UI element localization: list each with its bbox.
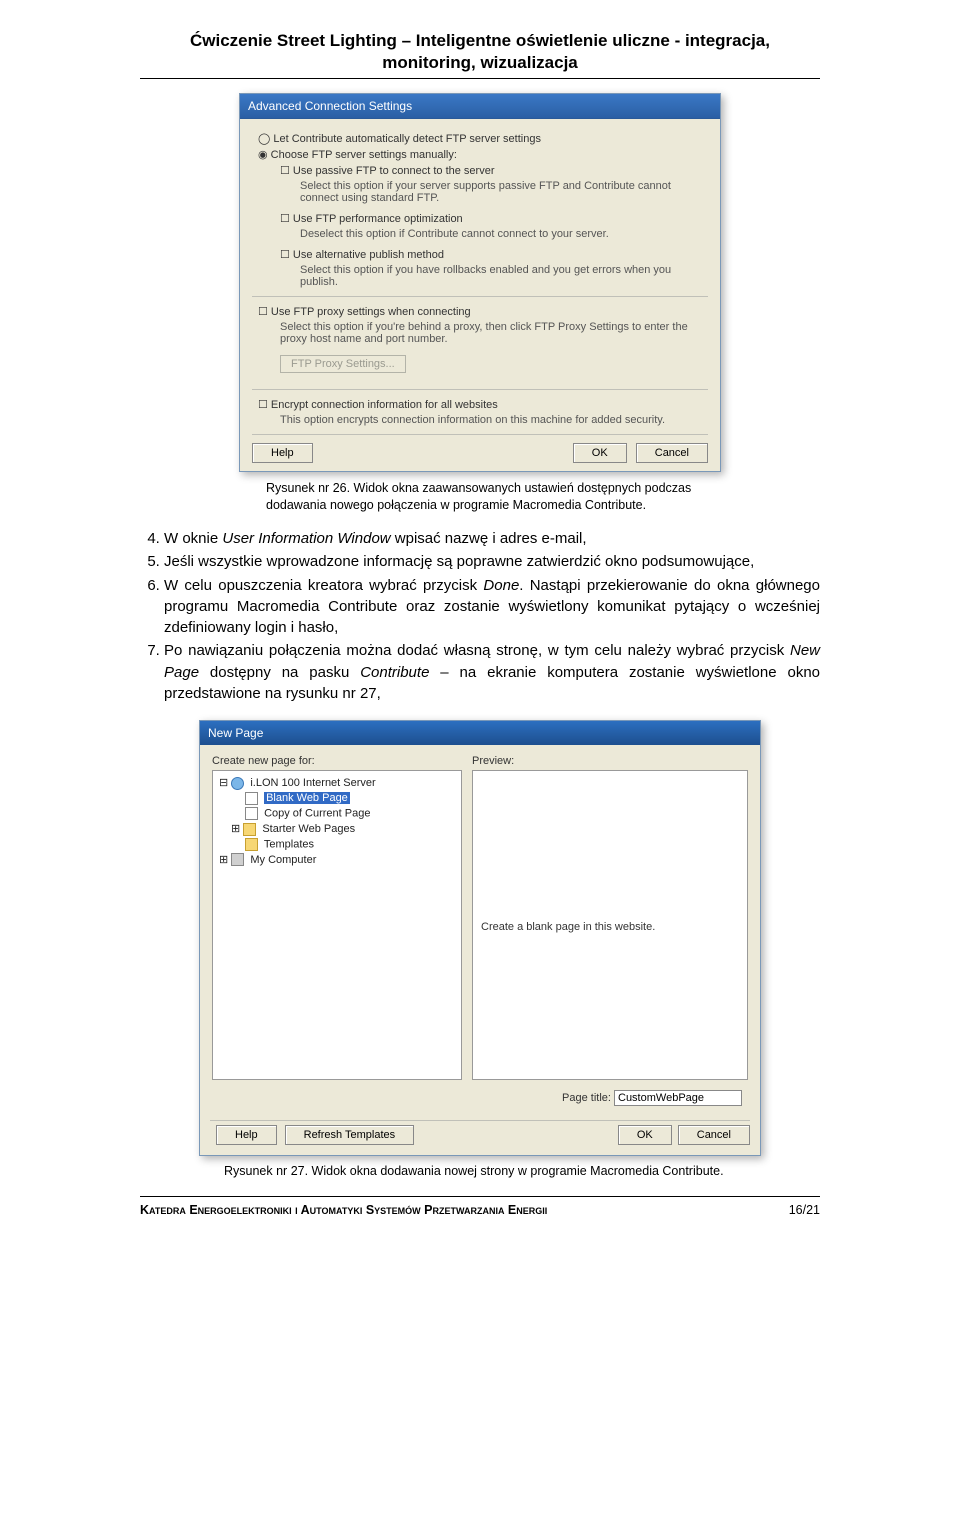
checkbox-alt-publish-label: Use alternative publish method [293, 249, 444, 261]
preview-message: Create a blank page in this website. [481, 921, 655, 933]
ok-button[interactable]: OK [573, 443, 627, 463]
header-rule [140, 78, 820, 79]
preview-pane: Create a blank page in this website. [472, 770, 748, 1080]
doc-title-line2: monitoring, wizualizacja [140, 52, 820, 74]
checkbox-passive-ftp-label: Use passive FTP to connect to the server [293, 165, 495, 177]
ftp-proxy-settings-button: FTP Proxy Settings... [280, 355, 406, 373]
folder-icon [243, 823, 256, 836]
page-header: Ćwiczenie Street Lighting – Inteligentne… [140, 30, 820, 74]
checkbox-alt-publish[interactable]: ☐ Use alternative publish method [280, 248, 708, 261]
instruction-list: W oknie User Information Window wpisać n… [140, 528, 820, 704]
list-item-7: Po nawiązaniu połączenia można dodać wła… [164, 640, 820, 704]
cancel-button-2[interactable]: Cancel [678, 1125, 750, 1145]
page-title-input[interactable] [614, 1090, 742, 1106]
page-icon [245, 792, 258, 805]
checkbox-encrypt[interactable]: ☐ Encrypt connection information for all… [258, 398, 708, 411]
page-title-label: Page title: [562, 1092, 611, 1104]
checkbox-proxy-label: Use FTP proxy settings when connecting [271, 306, 471, 318]
done-term: Done [483, 577, 519, 594]
cancel-button[interactable]: Cancel [636, 443, 708, 463]
figure26-caption-line2: dodawania nowego połączenia w programie … [266, 498, 646, 512]
tree-blank-page[interactable]: Blank Web Page [245, 791, 457, 806]
footer-institution: Katedra Energoelektroniki i Automatyki S… [140, 1203, 547, 1217]
contribute-term: Contribute [360, 664, 429, 681]
list-item-5: Jeśli wszystkie wprowadzone informację s… [164, 551, 820, 572]
refresh-templates-button[interactable]: Refresh Templates [285, 1125, 415, 1145]
desc-passive-ftp: Select this option if your server suppor… [300, 180, 708, 204]
user-info-window-term: User Information Window [222, 530, 390, 547]
globe-icon [231, 777, 244, 790]
ok-button-2[interactable]: OK [618, 1125, 672, 1145]
dialog-titlebar: Advanced Connection Settings [240, 94, 720, 119]
tree-templates[interactable]: Templates [245, 837, 457, 852]
help-button-2[interactable]: Help [216, 1125, 277, 1145]
figure27-caption: Rysunek nr 27. Widok okna dodawania nowe… [224, 1164, 820, 1178]
advanced-connection-dialog: Advanced Connection Settings ◯ Let Contr… [239, 93, 721, 472]
checkbox-proxy[interactable]: ☐ Use FTP proxy settings when connecting [258, 305, 708, 318]
checkbox-perf-opt-label: Use FTP performance optimization [293, 213, 463, 225]
figure26-caption-line1: Rysunek nr 26. Widok okna zaawansowanych… [266, 481, 691, 495]
radio-manual[interactable]: ◉ Choose FTP server settings manually: [258, 148, 708, 161]
help-button[interactable]: Help [252, 443, 313, 463]
checkbox-passive-ftp[interactable]: ☐ Use passive FTP to connect to the serv… [280, 164, 708, 177]
tree-root-server[interactable]: ⊟ i.LON 100 Internet Server [219, 775, 457, 791]
tree-my-computer[interactable]: ⊞ My Computer [219, 852, 457, 868]
dialog2-titlebar: New Page [200, 721, 760, 745]
tree-starter-pages[interactable]: ⊞ Starter Web Pages [231, 821, 457, 837]
list-item-6: W celu opuszczenia kreatora wybrać przyc… [164, 575, 820, 639]
radio-manual-label: Choose FTP server settings manually: [271, 149, 457, 161]
source-tree[interactable]: ⊟ i.LON 100 Internet Server Blank Web Pa… [212, 770, 462, 1080]
folder-icon [245, 838, 258, 851]
checkbox-encrypt-label: Encrypt connection information for all w… [271, 399, 498, 411]
page-number: 16/21 [789, 1203, 820, 1217]
desc-encrypt: This option encrypts connection informat… [280, 414, 708, 426]
list-item-4: W oknie User Information Window wpisać n… [164, 528, 820, 549]
create-for-label: Create new page for: [212, 755, 462, 767]
desc-proxy: Select this option if you're behind a pr… [280, 321, 708, 345]
computer-icon [231, 853, 244, 866]
preview-label: Preview: [472, 755, 748, 767]
page-icon [245, 807, 258, 820]
desc-perf-opt: Deselect this option if Contribute canno… [300, 228, 708, 240]
radio-auto-detect-label: Let Contribute automatically detect FTP … [273, 133, 541, 145]
doc-title-line1: Ćwiczenie Street Lighting – Inteligentne… [140, 30, 820, 52]
tree-copy-current[interactable]: Copy of Current Page [245, 806, 457, 821]
checkbox-perf-opt[interactable]: ☐ Use FTP performance optimization [280, 212, 708, 225]
new-page-dialog: New Page Create new page for: Preview: ⊟… [199, 720, 761, 1156]
radio-auto-detect[interactable]: ◯ Let Contribute automatically detect FT… [258, 132, 708, 145]
desc-alt-publish: Select this option if you have rollbacks… [300, 264, 708, 288]
